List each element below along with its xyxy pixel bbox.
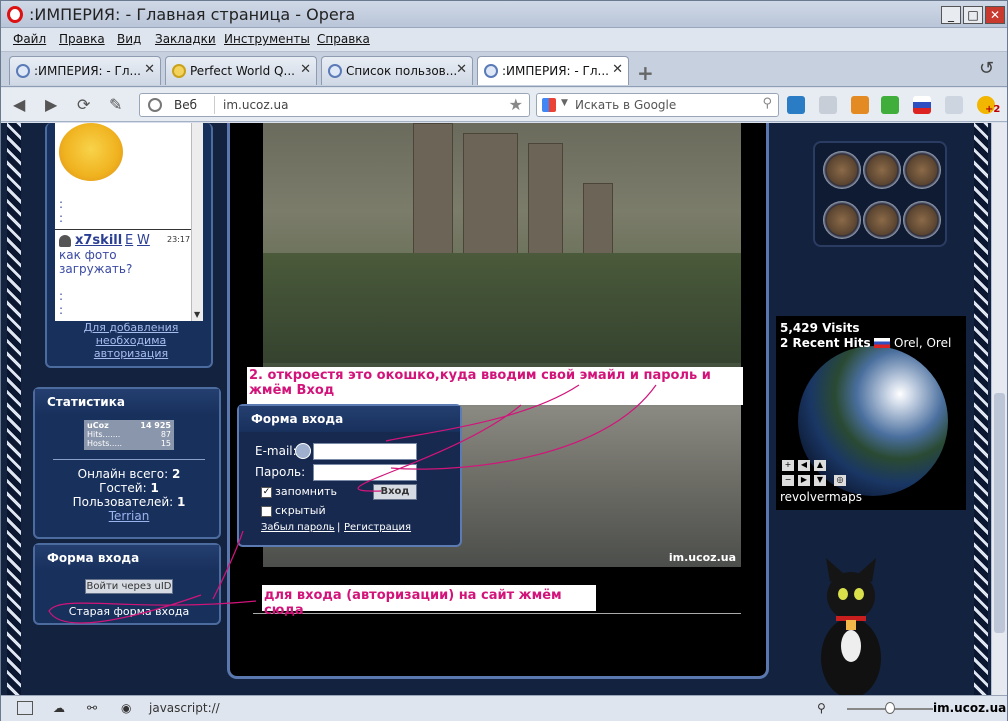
- wand-icon[interactable]: ✎: [109, 95, 122, 114]
- settings-menu-icon[interactable]: [903, 201, 941, 239]
- close-tab-icon[interactable]: ✕: [456, 62, 467, 77]
- menu-bar: Файл Правка Вид Закладки Инструменты Спр…: [1, 28, 1007, 52]
- opera-logo-icon: [7, 6, 23, 23]
- mail-icon[interactable]: [851, 96, 869, 114]
- globe-icon: [148, 98, 162, 112]
- minimize-button[interactable]: _: [941, 6, 961, 24]
- arrow-right-icon[interactable]: ▶: [798, 475, 810, 486]
- hit-location: Orel, Orel: [894, 336, 952, 350]
- search-placeholder: Искать в Google: [575, 98, 677, 112]
- notification-badge: +2: [985, 104, 1001, 115]
- arrow-left-icon[interactable]: ◀: [798, 460, 810, 471]
- speed-dial-icon[interactable]: ◉: [121, 701, 131, 715]
- reload-icon[interactable]: ⟳: [77, 95, 90, 114]
- maximize-button[interactable]: □: [963, 6, 983, 24]
- menu-edit[interactable]: Правка: [59, 32, 105, 46]
- menu-view[interactable]: Вид: [117, 32, 141, 46]
- menu-tools[interactable]: Инструменты: [224, 32, 310, 46]
- close-button[interactable]: ✕: [985, 6, 1005, 24]
- forward-icon[interactable]: ▶: [45, 95, 57, 114]
- tools-icon[interactable]: [787, 96, 805, 114]
- divider: [214, 96, 215, 114]
- menu-help[interactable]: Справка: [317, 32, 370, 46]
- chat-menu-icon[interactable]: [863, 201, 901, 239]
- arrow-down-icon[interactable]: ▼: [814, 475, 826, 486]
- opera-favicon-icon: [484, 64, 498, 78]
- tab-label: :ИМПЕРИЯ: - Гл...: [34, 64, 141, 78]
- window-title: :ИМПЕРИЯ: - Главная страница - Opera: [29, 5, 356, 24]
- arrow-up-icon[interactable]: ▲: [814, 460, 826, 471]
- close-tab-icon[interactable]: ✕: [612, 62, 623, 77]
- orb-menu: [813, 141, 947, 247]
- tab-label: Perfect World Q...: [190, 64, 295, 78]
- menu-bookmarks[interactable]: Закладки: [155, 32, 216, 46]
- revolvermaps-widget[interactable]: 5,429 Visits 2 Recent Hits Orel, Orel + …: [776, 316, 966, 510]
- search-box[interactable]: ▼ Искать в Google ⚲: [536, 93, 779, 117]
- extension-icon[interactable]: [819, 96, 837, 114]
- search-icon[interactable]: ⚲: [762, 96, 772, 111]
- visits-count: 5,429 Visits: [780, 321, 860, 335]
- tab-4-active[interactable]: :ИМПЕРИЯ: - Гл... ✕: [477, 56, 629, 85]
- notes-icon[interactable]: [945, 96, 963, 114]
- title-bar: :ИМПЕРИЯ: - Главная страница - Opera _ □…: [1, 1, 1007, 28]
- browser-window: :ИМПЕРИЯ: - Главная страница - Opera _ □…: [0, 0, 1008, 721]
- tab-label: Список пользов...: [346, 64, 458, 78]
- tab-3[interactable]: Список пользов... ✕: [321, 56, 473, 85]
- address-bar[interactable]: Веб im.ucoz.ua ★: [139, 93, 530, 117]
- quill-menu-icon[interactable]: [823, 201, 861, 239]
- target-icon[interactable]: ◎: [834, 475, 846, 486]
- tab-1[interactable]: :ИМПЕРИЯ: - Гл... ✕: [9, 56, 161, 85]
- pw-favicon-icon: [172, 64, 186, 78]
- status-bar: ☁ ⚯ ◉ javascript:// ⚲ im.ucoz.ua: [1, 695, 1007, 721]
- back-icon[interactable]: ◀: [13, 95, 25, 114]
- scrollbar-thumb[interactable]: [994, 393, 1005, 633]
- bookmark-star-icon[interactable]: ★: [509, 95, 523, 114]
- close-tab-icon[interactable]: ✕: [300, 62, 311, 77]
- closed-tabs-icon[interactable]: ↺: [979, 58, 994, 79]
- zoom-icon[interactable]: ⚲: [817, 701, 826, 715]
- url-text[interactable]: im.ucoz.ua: [223, 98, 288, 112]
- page-scrollbar[interactable]: [991, 123, 1007, 695]
- swords-menu-icon[interactable]: [903, 151, 941, 189]
- download-icon[interactable]: [881, 96, 899, 114]
- recent-hits: 2 Recent Hits: [780, 336, 871, 350]
- new-tab-icon[interactable]: +: [637, 61, 654, 85]
- revolvermaps-brand[interactable]: revolvermaps: [780, 490, 862, 504]
- opera-favicon-icon: [16, 64, 30, 78]
- web-label: Веб: [174, 98, 198, 112]
- status-text: javascript://: [149, 701, 220, 715]
- chevron-down-icon[interactable]: ▼: [561, 98, 568, 108]
- tab-2[interactable]: Perfect World Q... ✕: [165, 56, 317, 85]
- globe-image: [798, 346, 948, 496]
- navigation-bar: ◀ ▶ ⟳ ✎ Веб im.ucoz.ua ★ ▼ Искать в Goog…: [1, 88, 1007, 122]
- panel-toggle-icon[interactable]: [17, 701, 33, 715]
- menu-file[interactable]: Файл: [13, 32, 46, 46]
- corner-watermark: im.ucoz.ua: [933, 701, 1007, 715]
- tab-bar: :ИМПЕРИЯ: - Гл... ✕ Perfect World Q... ✕…: [1, 52, 1007, 87]
- page-viewport: : : x7skill E W 23:17 как фото загружать…: [1, 123, 991, 695]
- scroll-menu-icon[interactable]: [823, 151, 861, 189]
- russia-flag-icon: [874, 338, 890, 348]
- cloud-icon[interactable]: ☁: [53, 701, 65, 715]
- zoom-slider-thumb[interactable]: [885, 702, 895, 714]
- close-tab-icon[interactable]: ✕: [144, 62, 155, 77]
- black-cat-image: [821, 558, 881, 695]
- character-menu-icon[interactable]: [863, 151, 901, 189]
- zoom-out-icon[interactable]: −: [782, 475, 794, 486]
- share-icon[interactable]: ⚯: [87, 701, 97, 715]
- zoom-in-icon[interactable]: +: [782, 460, 794, 471]
- google-icon: [542, 98, 556, 112]
- flag-icon[interactable]: [913, 96, 931, 114]
- tab-label: :ИМПЕРИЯ: - Гл...: [502, 64, 609, 78]
- opera-favicon-icon: [328, 64, 342, 78]
